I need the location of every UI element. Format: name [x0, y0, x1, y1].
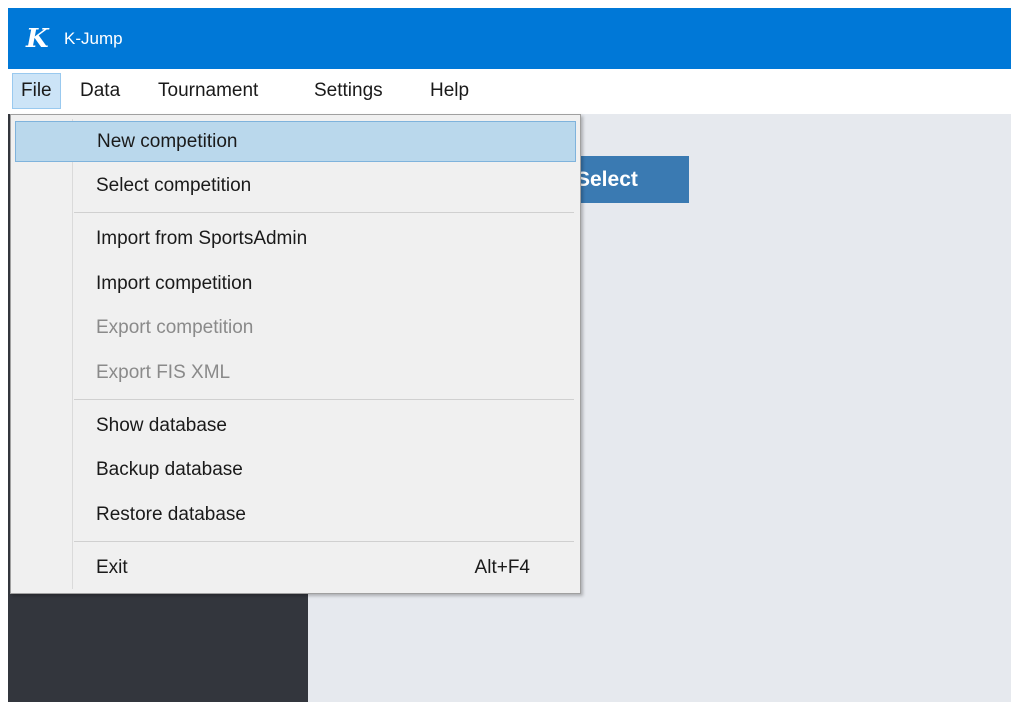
- menu-separator: [74, 399, 574, 400]
- menu-item-label: Import competition: [96, 273, 253, 294]
- menu-item-import-competition[interactable]: Import competition: [15, 264, 576, 305]
- menu-bar: File Data Tournament Settings Help: [8, 69, 1011, 114]
- menu-item-shortcut: Alt+F4: [474, 557, 530, 578]
- menu-item-label: Import from SportsAdmin: [96, 228, 308, 249]
- menu-item-select-competition[interactable]: Select competition: [15, 166, 576, 207]
- menu-item-label: Restore database: [96, 504, 246, 525]
- menu-tournament[interactable]: Tournament: [150, 73, 266, 109]
- menu-item-new-competition[interactable]: New competition: [15, 121, 576, 162]
- menu-item-exit[interactable]: Exit Alt+F4: [15, 548, 576, 589]
- menu-settings[interactable]: Settings: [306, 73, 391, 109]
- file-menu-dropdown: New competition Select competition Impor…: [10, 114, 581, 594]
- menu-item-show-database[interactable]: Show database: [15, 406, 576, 447]
- app-logo-icon: K: [26, 24, 49, 54]
- menu-item-label: Backup database: [96, 459, 243, 480]
- menu-item-export-fis-xml: Export FIS XML: [15, 353, 576, 394]
- menu-item-label: New competition: [97, 131, 238, 152]
- menu-help[interactable]: Help: [422, 73, 477, 109]
- menu-file[interactable]: File: [12, 73, 61, 109]
- menu-item-restore-database[interactable]: Restore database: [15, 495, 576, 536]
- app-title: K-Jump: [64, 29, 123, 48]
- menu-separator: [74, 541, 574, 542]
- menu-item-label: Exit: [96, 557, 128, 578]
- menu-item-label: Export competition: [96, 317, 254, 338]
- menu-item-label: Select competition: [96, 175, 252, 196]
- title-bar[interactable]: K K-Jump: [8, 8, 1011, 69]
- select-button[interactable]: Select: [568, 156, 689, 203]
- menu-data[interactable]: Data: [72, 73, 128, 109]
- menu-item-label: Export FIS XML: [96, 362, 231, 383]
- menu-item-import-sportsadmin[interactable]: Import from SportsAdmin: [15, 219, 576, 260]
- menu-item-backup-database[interactable]: Backup database: [15, 450, 576, 491]
- menu-item-label: Show database: [96, 415, 227, 436]
- menu-separator: [74, 212, 574, 213]
- menu-item-export-competition: Export competition: [15, 308, 576, 349]
